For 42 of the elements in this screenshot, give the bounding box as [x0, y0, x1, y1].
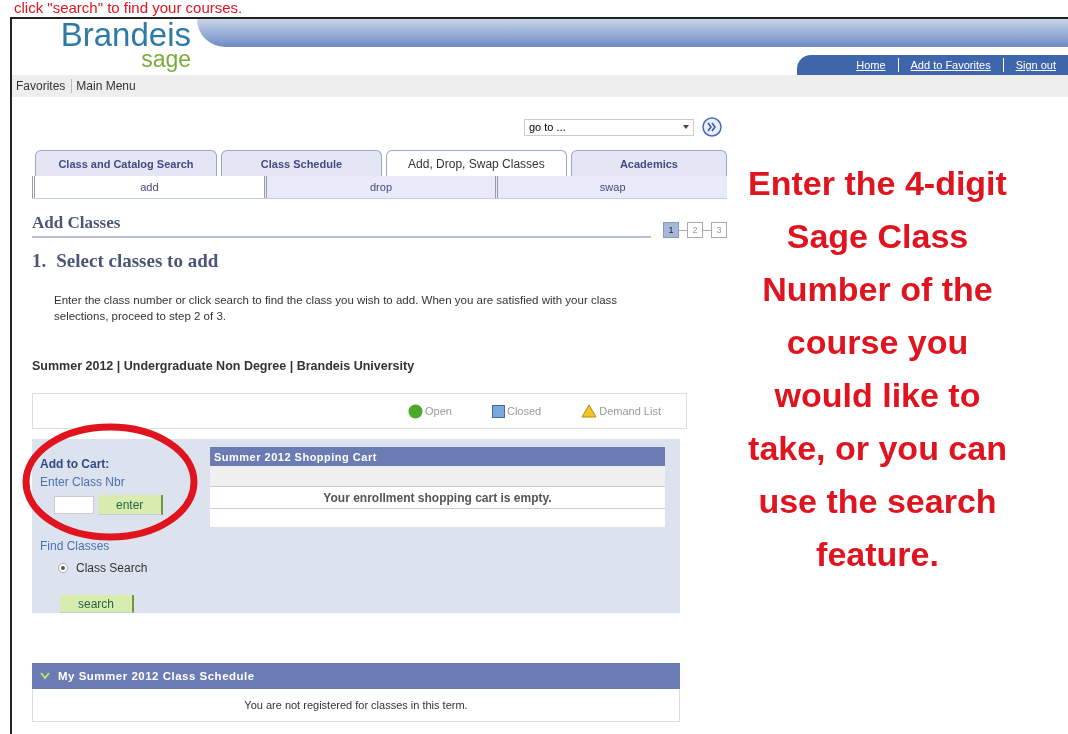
instruction-caption: click "search" to find your courses. — [13, 0, 244, 17]
cart-empty-message: Your enrollment shopping cart is empty. — [210, 487, 665, 509]
instructions-text: Enter the class number or click search to find the class you wish to add. When you are satisfied with your class selections, proceed to step 2 of 3. — [53, 293, 619, 324]
add-to-cart-label: Add to Cart: — [40, 457, 111, 471]
tab[interactable]: Class Schedule — [220, 150, 382, 176]
radio-label[interactable]: Class Search — [76, 561, 148, 575]
class-number-field[interactable] — [54, 496, 94, 514]
tab[interactable]: Add, Drop, Swap Classes — [385, 150, 567, 176]
step-heading: Select classes to add — [56, 250, 219, 272]
warning-triangle-icon — [581, 404, 598, 418]
tab[interactable]: Academics — [570, 150, 727, 176]
tab[interactable]: Class and Catalog Search — [35, 150, 217, 176]
annotation-text: Enter the 4-digit Sage Class Number of the course you would like to take, or you can use the search feature. — [747, 163, 1008, 575]
header-link[interactable]: Home — [844, 59, 898, 71]
legend-label: Closed — [507, 405, 542, 417]
header-link[interactable]: Add to Favorites — [898, 59, 1003, 71]
logo-title: Brandeis — [60, 19, 191, 51]
enter-button[interactable]: enter — [98, 495, 164, 515]
cart-title: Summer 2012 Shopping Cart — [210, 447, 665, 466]
legend-label: Demand List — [599, 405, 661, 417]
search-button[interactable]: search — [60, 595, 135, 613]
menu-item[interactable]: Main Menu — [72, 79, 142, 93]
legend-label: Open — [425, 405, 452, 417]
find-classes-label: Find Classes — [40, 539, 111, 553]
goto-dropdown[interactable]: go to ... — [524, 118, 694, 136]
class-number-label: Enter Class Nbr — [40, 475, 126, 489]
step-indicator: 2 — [687, 222, 703, 238]
schedule-title: My Summer 2012 Class Schedule — [58, 670, 255, 682]
chevron-down-icon[interactable] — [40, 672, 50, 680]
header-link[interactable]: Sign out — [1003, 59, 1068, 71]
schedule-message: You are not registered for classes in this term. — [32, 689, 680, 722]
page-title: Add Classes — [32, 213, 651, 238]
open-status-icon — [408, 403, 424, 419]
menu-item[interactable]: Favorites — [12, 79, 72, 93]
step-indicator: 1 — [663, 222, 679, 238]
step-number: 1. — [32, 250, 47, 272]
subtab[interactable]: swap — [495, 176, 727, 198]
closed-status-icon — [492, 404, 505, 418]
step-indicator: 3 — [711, 222, 727, 238]
radio-button[interactable] — [58, 563, 68, 573]
subtab[interactable]: drop — [263, 176, 496, 198]
term-label: Summer 2012 | Undergraduate Non Degree | Brandeis University — [32, 359, 416, 373]
